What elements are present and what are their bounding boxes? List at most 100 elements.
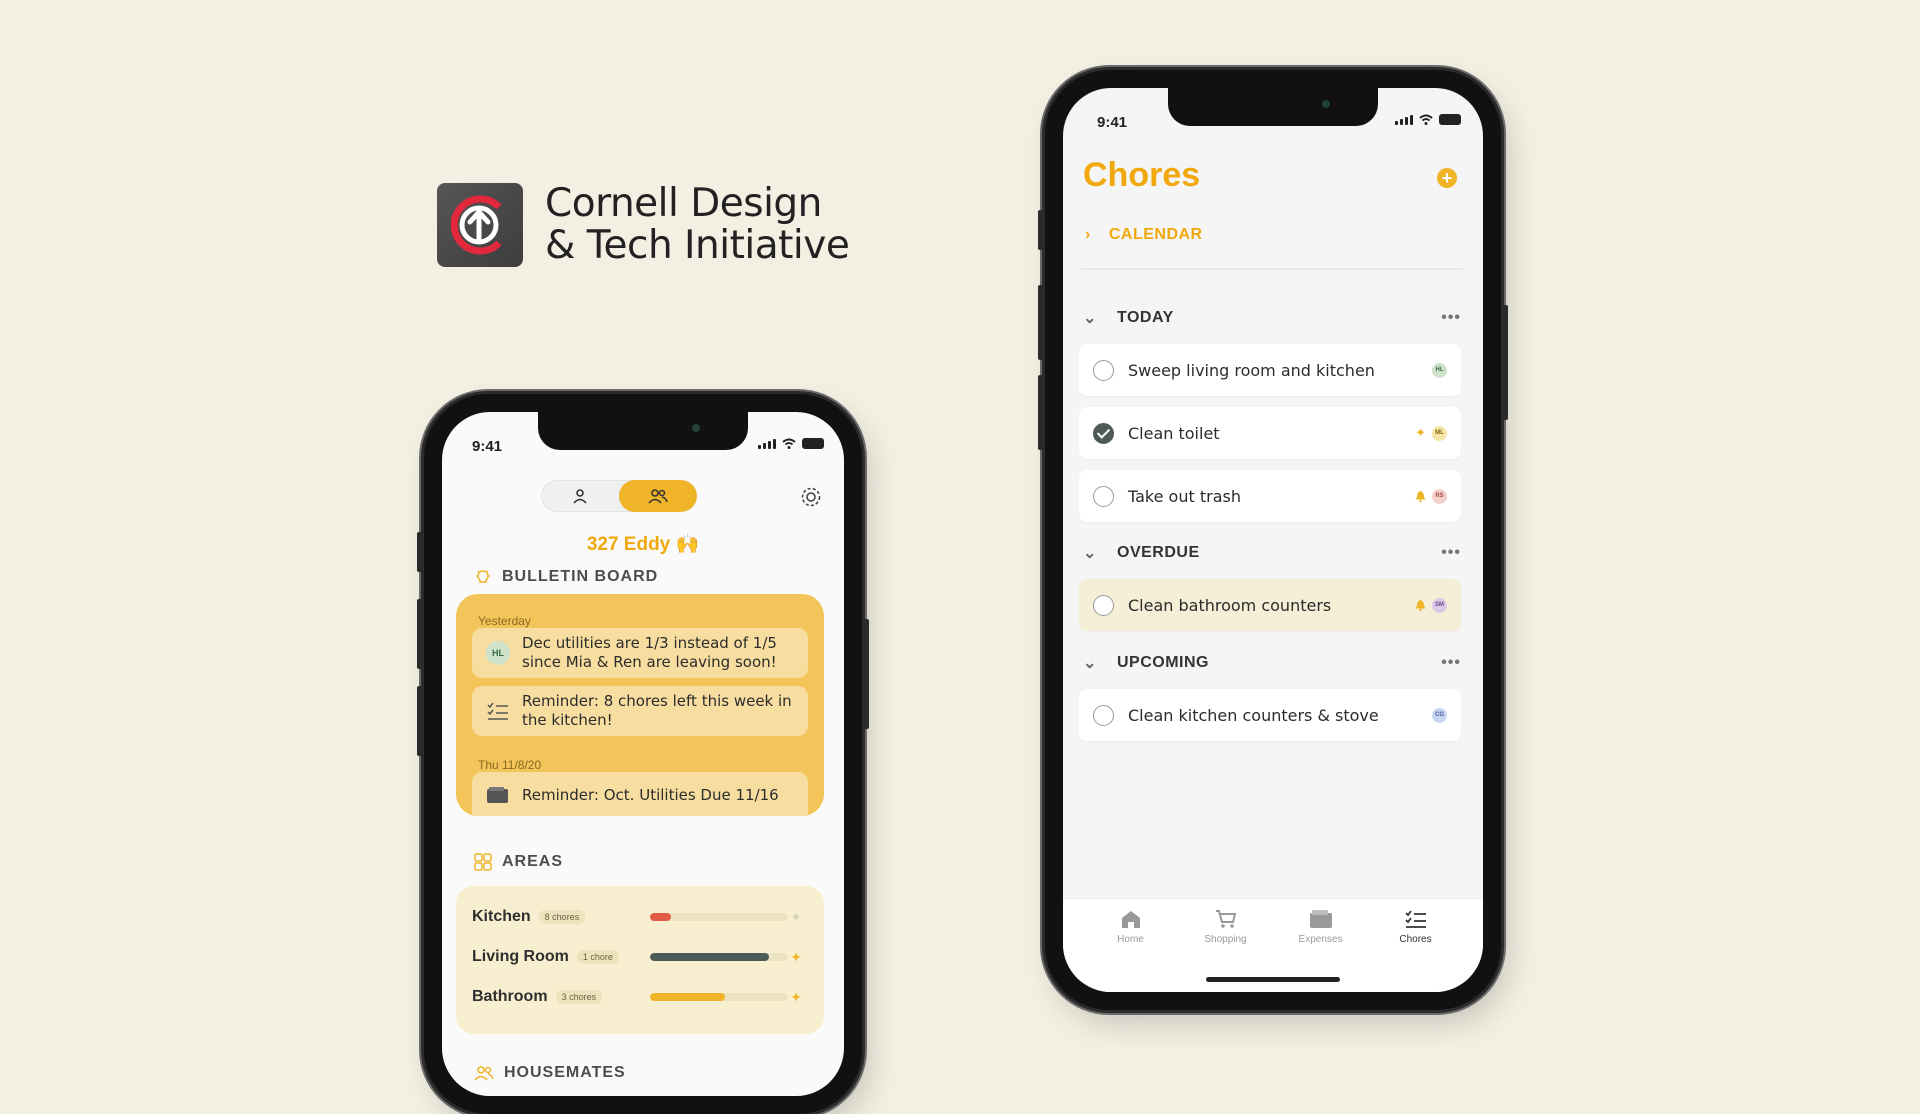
area-row-living-room[interactable]: Living Room 1 chore ✦ <box>472 944 808 970</box>
housemates-header-label: HOUSEMATES <box>504 1064 626 1081</box>
bulletin-header: BULLETIN BOARD <box>474 568 658 586</box>
task-row[interactable]: Clean toilet ✦ ML <box>1079 407 1461 459</box>
home-indicator <box>1206 977 1340 982</box>
bulletin-item[interactable]: HL Dec utilities are 1/3 instead of 1/5 … <box>472 628 808 678</box>
task-checkbox[interactable] <box>1093 704 1114 726</box>
tab-chores[interactable]: Chores <box>1368 899 1463 992</box>
tab-label: Expenses <box>1298 934 1343 945</box>
grid-icon <box>474 853 492 871</box>
area-progress-fill <box>650 953 769 961</box>
area-row-bathroom[interactable]: Bathroom 3 chores ✦ <box>472 984 808 1010</box>
person-icon <box>573 489 587 504</box>
task-checkbox[interactable] <box>1093 485 1114 507</box>
assignee-avatar: HL <box>1432 362 1447 378</box>
gear-icon[interactable] <box>800 486 822 508</box>
group-icon <box>474 1066 494 1081</box>
housemates-header: HOUSEMATES <box>474 1064 626 1082</box>
bulletin-item[interactable]: Reminder: Oct. Utilities Due 11/16 <box>472 772 808 816</box>
task-checkbox-checked[interactable] <box>1093 422 1114 444</box>
area-name: Living Room <box>472 948 569 965</box>
bulletin-item-text: Dec utilities are 1/3 instead of 1/5 sin… <box>522 634 777 671</box>
area-progress-bar <box>650 913 788 921</box>
wallet-icon <box>1309 910 1332 928</box>
tab-label: Home <box>1117 934 1144 945</box>
areas-header: AREAS <box>474 853 563 871</box>
bell-icon <box>1415 491 1426 502</box>
group-label: UPCOMING <box>1117 654 1209 671</box>
house-view-tab[interactable] <box>619 480 697 512</box>
area-progress-bar <box>650 953 788 961</box>
lightbulb-icon <box>476 570 490 583</box>
assignee-avatar: ML <box>1432 425 1447 441</box>
wallet-icon <box>487 787 508 803</box>
tab-label: Chores <box>1399 934 1432 945</box>
more-options-icon[interactable]: ••• <box>1441 654 1461 672</box>
area-chore-count: 8 chores <box>538 910 586 924</box>
right-phone: 9:41 Chores + › CALENDAR ⌄ TODAY ••• Swe… <box>1038 70 1508 1010</box>
dti-logo-icon <box>437 183 523 267</box>
group-label: OVERDUE <box>1117 544 1200 561</box>
tab-label: Shopping <box>1204 934 1247 945</box>
page-title: Chores <box>1083 156 1201 194</box>
area-progress-fill <box>650 993 725 1001</box>
task-checkbox[interactable] <box>1093 594 1114 616</box>
area-chore-count: 1 chore <box>576 950 619 964</box>
more-options-icon[interactable]: ••• <box>1441 309 1461 327</box>
task-text: Take out trash <box>1128 486 1241 506</box>
cart-icon <box>1215 910 1236 928</box>
assignee-avatar: CG <box>1432 707 1447 723</box>
logo-line-2: & Tech Initiative <box>545 223 850 268</box>
status-time: 9:41 <box>1097 114 1128 131</box>
calendar-toggle[interactable]: › CALENDAR <box>1085 226 1203 244</box>
checklist-icon <box>487 702 508 720</box>
group-header-today[interactable]: ⌄ TODAY ••• <box>1083 308 1461 328</box>
more-options-icon[interactable]: ••• <box>1441 544 1461 562</box>
tab-home[interactable]: Home <box>1083 899 1178 992</box>
task-row[interactable]: Take out trash RS <box>1079 470 1461 522</box>
area-progress-fill <box>650 913 671 921</box>
bulletin-date: Thu 11/8/20 <box>478 758 542 772</box>
areas-header-label: AREAS <box>502 853 564 870</box>
personal-view-tab[interactable] <box>541 480 619 512</box>
task-row[interactable]: Clean bathroom counters SM <box>1079 579 1461 631</box>
bulletin-date: Yesterday <box>478 614 531 628</box>
task-checkbox[interactable] <box>1093 359 1114 381</box>
battery-icon <box>1439 114 1461 125</box>
right-screen: 9:41 Chores + › CALENDAR ⌄ TODAY ••• Swe… <box>1063 88 1483 992</box>
bulletin-header-label: BULLETIN BOARD <box>502 568 659 585</box>
phone-side-button <box>864 619 869 729</box>
left-screen: 9:41 327 Eddy 🙌 BULLETIN BOARD Yesterday… <box>442 412 844 1096</box>
task-row[interactable]: Sweep living room and kitchen HL <box>1079 344 1461 396</box>
assignee-avatar: SM <box>1432 597 1447 613</box>
group-header-overdue[interactable]: ⌄ OVERDUE ••• <box>1083 543 1461 563</box>
sparkle-icon: ✦ <box>790 908 802 925</box>
phone-side-button <box>417 599 422 669</box>
view-toggle[interactable] <box>541 480 697 512</box>
phone-side-button <box>1038 375 1043 450</box>
bulletin-item[interactable]: Reminder: 8 chores left this week in the… <box>472 686 808 736</box>
task-row[interactable]: Clean kitchen counters & stove CG <box>1079 689 1461 741</box>
wifi-icon <box>782 438 796 449</box>
bulletin-item-text: Reminder: Oct. Utilities Due 11/16 <box>522 786 779 804</box>
areas-card: Kitchen 8 chores ✦ Living Room 1 chore ✦… <box>456 886 824 1034</box>
status-time: 9:41 <box>472 438 503 455</box>
area-row-kitchen[interactable]: Kitchen 8 chores ✦ <box>472 904 808 930</box>
cornell-dti-logo: Cornell Design & Tech Initiative <box>437 183 850 268</box>
phone-side-button <box>1503 305 1508 420</box>
task-text: Clean kitchen counters & stove <box>1128 705 1379 725</box>
divider <box>1081 268 1463 270</box>
area-progress-bar <box>650 993 788 1001</box>
sparkle-icon: ✦ <box>1415 425 1426 441</box>
group-header-upcoming[interactable]: ⌄ UPCOMING ••• <box>1083 653 1461 673</box>
house-name: 327 Eddy 🙌 <box>586 534 700 555</box>
add-chore-button[interactable]: + <box>1437 168 1457 188</box>
bulletin-board: Yesterday HL Dec utilities are 1/3 inste… <box>456 594 824 816</box>
area-name: Bathroom <box>472 988 548 1005</box>
bell-icon <box>1415 600 1426 611</box>
phone-side-button <box>1038 285 1043 360</box>
assignee-avatar: RS <box>1432 488 1447 504</box>
left-phone: 9:41 327 Eddy 🙌 BULLETIN BOARD Yesterday… <box>417 394 869 1114</box>
sparkle-icon: ✦ <box>790 948 802 965</box>
chevron-down-icon: ⌄ <box>1083 310 1097 327</box>
group-label: TODAY <box>1117 309 1174 326</box>
